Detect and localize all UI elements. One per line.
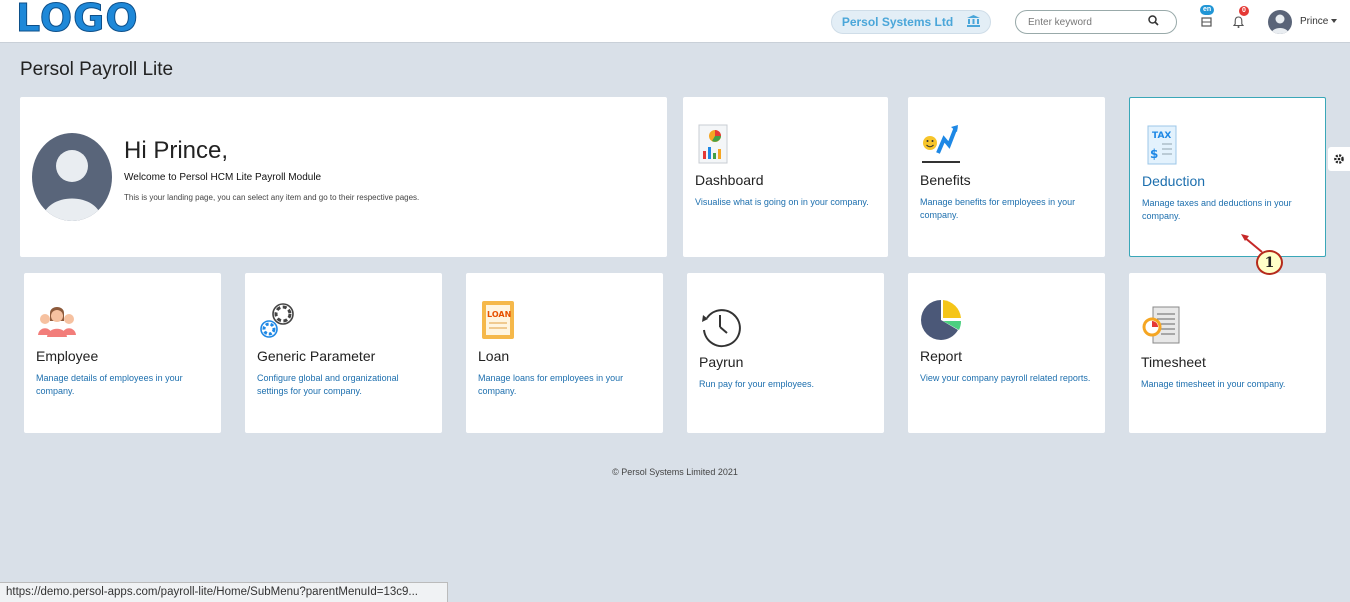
card-description: Run pay for your employees. — [699, 379, 815, 389]
svg-text:$: $ — [1150, 147, 1158, 161]
footer: © Persol Systems Limited 2021 — [612, 467, 738, 477]
tax-icon-label: TAX — [1152, 131, 1171, 141]
dashboard-card[interactable]: Dashboard Visualise what is going on in … — [683, 97, 888, 257]
top-bar: LOGO Persol Systems Ltd en 0 Prince — [0, 0, 1350, 43]
settings-tab[interactable] — [1328, 147, 1350, 171]
clock-icon — [699, 306, 741, 348]
card-title: Generic Parameter — [257, 348, 376, 364]
timesheet-card[interactable]: Timesheet Manage timesheet in your compa… — [1129, 273, 1326, 433]
employee-card[interactable]: Employee Manage details of employees in … — [24, 273, 221, 433]
notification-button[interactable]: 0 — [1229, 6, 1249, 31]
notification-badge: 0 — [1239, 6, 1249, 16]
logo[interactable]: LOGO — [16, 0, 139, 41]
payrun-card[interactable]: Payrun Run pay for your employees. — [687, 273, 884, 433]
user-name[interactable]: Prince — [1300, 16, 1328, 27]
company-selector[interactable]: Persol Systems Ltd — [831, 10, 991, 34]
card-title: Deduction — [1142, 173, 1206, 189]
bell-icon — [1232, 16, 1244, 28]
search-input[interactable] — [1028, 16, 1148, 28]
generic-parameter-card[interactable]: Generic Parameter Configure global and o… — [245, 273, 442, 433]
dashboard-icon — [695, 123, 735, 164]
company-name: Persol Systems Ltd — [841, 15, 954, 29]
benefits-card[interactable]: Benefits Manage benefits for employees i… — [908, 97, 1105, 257]
loan-icon: LOAN — [478, 299, 518, 339]
status-bar-url: https://demo.persol-apps.com/payroll-lit… — [0, 582, 448, 602]
chevron-down-icon[interactable] — [1331, 19, 1337, 23]
bank-icon — [967, 14, 981, 30]
tax-icon: TAX $ — [1142, 124, 1182, 165]
report-card[interactable]: Report View your company payroll related… — [908, 273, 1105, 433]
flag-icon — [1201, 17, 1212, 27]
welcome-subtext: This is your landing page, you can selec… — [124, 193, 420, 202]
card-title: Benefits — [920, 172, 971, 188]
welcome-card: Hi Prince, Welcome to Persol HCM Lite Pa… — [20, 97, 667, 257]
card-description: Manage details of employees in your comp… — [36, 373, 183, 396]
gear-icon — [1334, 154, 1344, 164]
search-box — [1015, 10, 1177, 34]
search-icon[interactable] — [1148, 13, 1159, 31]
card-description: Manage benefits for employees in your co… — [920, 197, 1076, 220]
deduction-card[interactable]: TAX $ Deduction Manage taxes and deductio… — [1129, 97, 1326, 257]
card-title: Loan — [478, 348, 510, 364]
employee-icon — [36, 303, 76, 343]
loan-icon-label: LOAN — [487, 310, 511, 319]
card-title: Report — [920, 348, 963, 364]
card-description: Manage loans for employees in your compa… — [478, 373, 624, 396]
card-title: Timesheet — [1141, 354, 1206, 370]
card-description: View your company payroll related report… — [920, 373, 1091, 383]
card-title: Payrun — [699, 354, 744, 370]
card-title: Employee — [36, 348, 99, 364]
card-description: Configure global and organizational sett… — [257, 373, 399, 396]
greeting: Hi Prince, — [124, 137, 229, 164]
welcome-message: Welcome to Persol HCM Lite Payroll Modul… — [124, 172, 322, 183]
annotation-callout: 1 — [1256, 250, 1283, 275]
avatar — [32, 133, 112, 221]
language-button[interactable]: en — [1198, 5, 1216, 31]
timesheet-icon — [1141, 305, 1181, 345]
pie-chart-icon — [920, 299, 962, 340]
gears-icon — [257, 299, 297, 339]
card-title: Dashboard — [695, 172, 764, 188]
card-description: Manage taxes and deductions in your comp… — [1142, 198, 1292, 221]
card-description: Manage timesheet in your company. — [1141, 379, 1286, 389]
card-description: Visualise what is going on in your compa… — [695, 197, 869, 207]
loan-card[interactable]: LOAN Loan Manage loans for employees in … — [466, 273, 663, 433]
page-title: Persol Payroll Lite — [20, 59, 174, 80]
user-avatar[interactable] — [1268, 10, 1292, 34]
benefits-icon — [920, 123, 960, 163]
language-badge: en — [1200, 5, 1215, 15]
